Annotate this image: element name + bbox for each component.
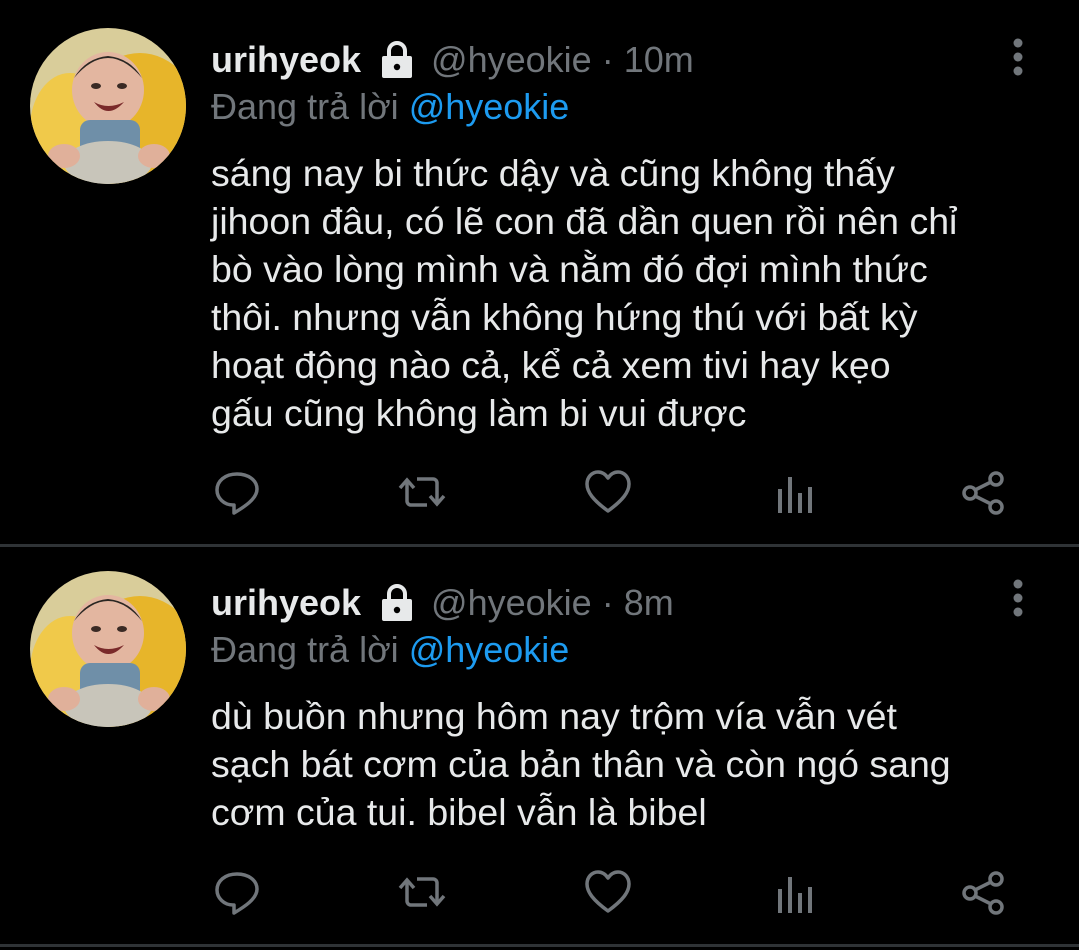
- reply-icon[interactable]: [212, 867, 262, 917]
- reply-mention-link[interactable]: @hyeokie: [409, 86, 570, 127]
- tweet-text-line: dù buồn nhưng hôm nay trộm vía vẫn vét: [211, 695, 897, 737]
- tweet-divider: [0, 944, 1079, 947]
- tweet-header: urihyeok @hyeokie · 10m: [211, 36, 694, 84]
- separator-dot: ·: [601, 39, 614, 80]
- tweet[interactable]: urihyeok @hyeokie · 10m Đang trả lời @hy…: [0, 0, 1079, 545]
- tweet-text-line: sáng nay bi thức dậy và cũng không thấy: [211, 152, 895, 194]
- handle[interactable]: @hyeokie: [431, 39, 592, 81]
- retweet-icon[interactable]: [397, 467, 447, 517]
- tweet-text-line: gấu cũng không làm bi vui được: [211, 392, 747, 434]
- tweet-text-line: bò vào lòng mình và nằm đó đợi mình thức: [211, 248, 928, 290]
- analytics-icon[interactable]: [770, 867, 820, 917]
- tweet-text-line: hoạt động nào cả, kể cả xem tivi hay kẹo: [211, 344, 891, 386]
- tweet[interactable]: urihyeok @hyeokie · 8m Đang trả lời @hye…: [0, 547, 1079, 942]
- display-name[interactable]: urihyeok: [211, 582, 361, 624]
- tweet-actions: [0, 867, 1079, 923]
- handle[interactable]: @hyeokie: [431, 582, 592, 624]
- tweet-text-line: thôi. nhưng vẫn không hứng thú với bất k…: [211, 296, 918, 338]
- avatar-baby-image: [30, 28, 186, 184]
- timestamp[interactable]: 10m: [624, 39, 694, 81]
- more-vertical-icon[interactable]: [1000, 577, 1036, 621]
- lock-icon: [375, 38, 419, 82]
- avatar-baby-image: [30, 571, 186, 727]
- tweet-header: urihyeok @hyeokie · 8m: [211, 579, 674, 627]
- reply-mention-link[interactable]: @hyeokie: [409, 629, 570, 670]
- like-icon[interactable]: [583, 867, 633, 917]
- share-icon[interactable]: [958, 467, 1008, 517]
- analytics-icon[interactable]: [770, 467, 820, 517]
- replying-to-label: Đang trả lời: [211, 86, 409, 127]
- tweet-text: dù buồn nhưng hôm nay trộm vía vẫn vét s…: [211, 692, 1051, 836]
- display-name[interactable]: urihyeok: [211, 39, 361, 81]
- separator-dot: ·: [601, 582, 614, 623]
- timestamp[interactable]: 8m: [624, 582, 674, 624]
- avatar[interactable]: [30, 571, 186, 727]
- replying-to: Đang trả lời @hyeokie: [211, 86, 569, 128]
- like-icon[interactable]: [583, 467, 633, 517]
- retweet-icon[interactable]: [397, 867, 447, 917]
- tweet-actions: [0, 467, 1079, 523]
- more-vertical-icon[interactable]: [1000, 36, 1036, 80]
- share-icon[interactable]: [958, 867, 1008, 917]
- avatar[interactable]: [30, 28, 186, 184]
- tweet-text-line: sạch bát cơm của bản thân và còn ngó san…: [211, 743, 951, 785]
- lock-icon: [375, 581, 419, 625]
- replying-to-label: Đang trả lời: [211, 629, 409, 670]
- tweet-text-line: jihoon đâu, có lẽ con đã dần quen rồi nê…: [211, 200, 958, 242]
- reply-icon[interactable]: [212, 467, 262, 517]
- tweet-text: sáng nay bi thức dậy và cũng không thấy …: [211, 149, 1051, 437]
- replying-to: Đang trả lời @hyeokie: [211, 629, 569, 671]
- tweet-text-line: cơm của tui. bibel vẫn là bibel: [211, 791, 707, 833]
